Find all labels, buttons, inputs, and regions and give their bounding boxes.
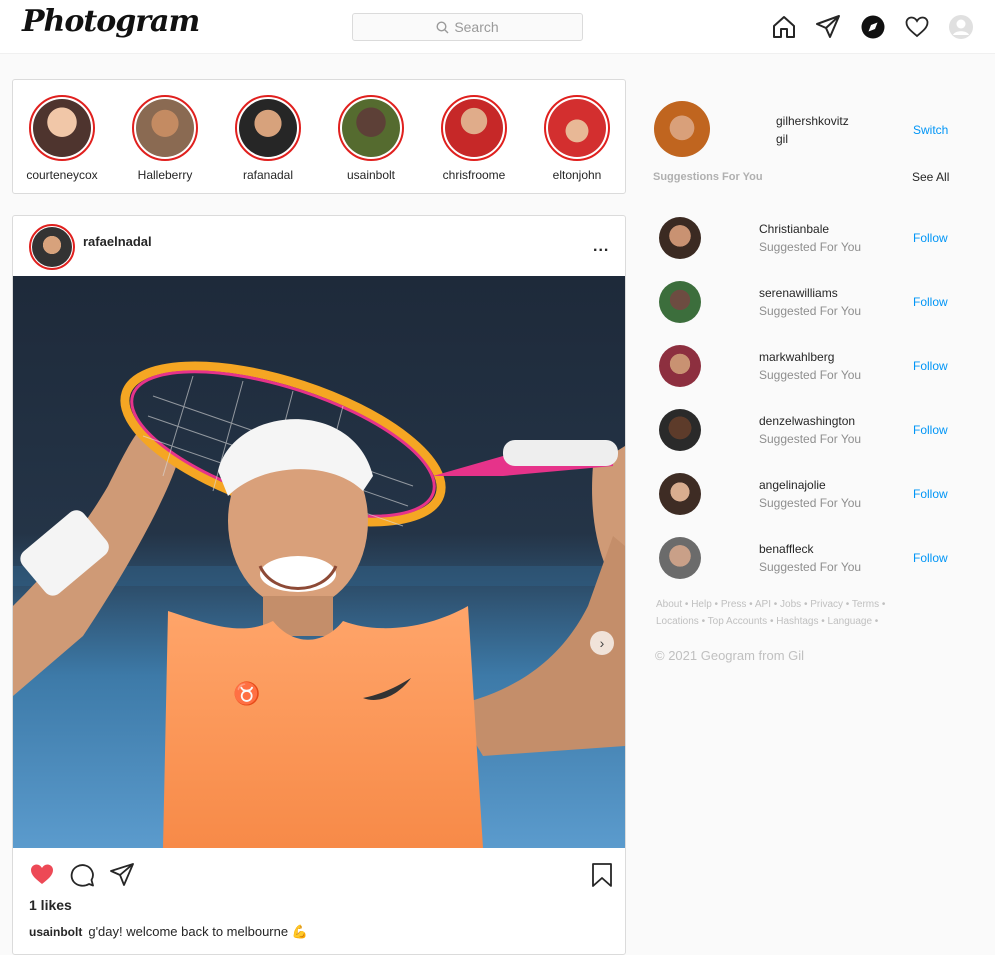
- footer-links-line[interactable]: About • Help • Press • API • Jobs • Priv…: [656, 596, 916, 613]
- activity-icon[interactable]: [903, 13, 931, 41]
- follow-button[interactable]: Follow: [913, 423, 948, 437]
- suggestion-row: denzelwashington Suggested For You Follo…: [650, 409, 990, 457]
- avatar: [136, 99, 194, 157]
- post-photo-graphic: ♉: [13, 276, 625, 848]
- suggestion-subtitle: Suggested For You: [759, 432, 862, 446]
- suggestion-subtitle: Suggested For You: [759, 496, 862, 510]
- direct-icon[interactable]: [814, 13, 842, 41]
- switch-account-button[interactable]: Switch: [913, 123, 948, 137]
- avatar: [342, 99, 400, 157]
- follow-button[interactable]: Follow: [913, 551, 948, 565]
- story-username: usainbolt: [346, 168, 396, 182]
- footer-links: About • Help • Press • API • Jobs • Priv…: [656, 596, 916, 630]
- suggestion-username[interactable]: benaffleck: [759, 542, 814, 556]
- follow-button[interactable]: Follow: [913, 231, 948, 245]
- avatar[interactable]: [659, 409, 701, 451]
- suggestion-username[interactable]: serenawilliams: [759, 286, 838, 300]
- current-username[interactable]: gilhershkovitz: [776, 114, 849, 128]
- suggestion-subtitle: Suggested For You: [759, 368, 862, 382]
- story-username: eltonjohn: [552, 168, 602, 182]
- search-input[interactable]: Search: [352, 13, 583, 41]
- avatar: [33, 99, 91, 157]
- suggestion-username[interactable]: angelinajolie: [759, 478, 826, 492]
- search-icon: [436, 20, 449, 33]
- story-item[interactable]: courteneycox: [17, 95, 107, 182]
- svg-text:♉: ♉: [233, 681, 260, 707]
- share-icon[interactable]: [109, 862, 135, 888]
- suggestion-row: serenawilliams Suggested For You Follow: [650, 281, 990, 329]
- post-avatar-ring[interactable]: [29, 224, 75, 270]
- follow-button[interactable]: Follow: [913, 295, 948, 309]
- top-header: Photogram Search: [0, 0, 995, 54]
- suggestion-username[interactable]: markwahlberg: [759, 350, 834, 364]
- comment-icon[interactable]: [69, 862, 95, 888]
- like-heart-icon[interactable]: [29, 862, 55, 886]
- suggestion-row: markwahlberg Suggested For You Follow: [650, 345, 990, 393]
- post-image[interactable]: ♉ ›: [13, 276, 625, 848]
- story-item[interactable]: rafanadal: [223, 95, 313, 182]
- post-actions: [13, 856, 625, 892]
- home-icon[interactable]: [770, 13, 798, 41]
- story-item[interactable]: eltonjohn: [532, 95, 622, 182]
- story-item[interactable]: chrisfroome: [429, 95, 519, 182]
- story-username: courteneycox: [26, 168, 98, 182]
- like-count[interactable]: 1 likes: [29, 897, 72, 913]
- story-ring: [441, 95, 507, 161]
- story-ring: [132, 95, 198, 161]
- caption-username[interactable]: usainbolt: [29, 925, 82, 939]
- profile-icon[interactable]: [947, 13, 975, 41]
- story-username: rafanadal: [242, 168, 294, 182]
- see-all-link[interactable]: See All: [912, 170, 949, 184]
- avatar: [548, 99, 606, 157]
- suggestion-username[interactable]: Christianbale: [759, 222, 829, 236]
- story-ring: [235, 95, 301, 161]
- post-header: rafaelnadal ...: [13, 216, 625, 276]
- next-image-button[interactable]: ›: [590, 631, 614, 655]
- story-ring: [338, 95, 404, 161]
- footer-links-line[interactable]: Locations • Top Accounts • Hashtags • La…: [656, 613, 916, 630]
- search-placeholder: Search: [454, 19, 499, 35]
- avatar[interactable]: [659, 473, 701, 515]
- app-logo[interactable]: Photogram: [22, 4, 200, 39]
- follow-button[interactable]: Follow: [913, 359, 948, 373]
- suggestion-row: angelinajolie Suggested For You Follow: [650, 473, 990, 521]
- avatar[interactable]: [659, 345, 701, 387]
- suggestion-row: benaffleck Suggested For You Follow: [650, 537, 990, 585]
- suggestion-subtitle: Suggested For You: [759, 240, 862, 254]
- post-username[interactable]: rafaelnadal: [83, 234, 152, 249]
- story-ring: [544, 95, 610, 161]
- avatar[interactable]: [659, 537, 701, 579]
- more-options-button[interactable]: ...: [593, 238, 609, 256]
- avatar[interactable]: [659, 281, 701, 323]
- avatar: [239, 99, 297, 157]
- bookmark-icon[interactable]: [591, 862, 613, 888]
- feed-post: rafaelnadal ... ♉ › 1 likes usainbolt g'…: [12, 215, 626, 955]
- suggestion-row: Christianbale Suggested For You Follow: [650, 217, 990, 265]
- current-user-avatar[interactable]: [654, 101, 710, 157]
- follow-button[interactable]: Follow: [913, 487, 948, 501]
- stories-tray: courteneycox Halleberry rafanadal usainb…: [12, 79, 626, 194]
- avatar[interactable]: [659, 217, 701, 259]
- suggestion-subtitle: Suggested For You: [759, 304, 862, 318]
- avatar: [32, 227, 72, 267]
- post-caption: usainbolt g'day! welcome back to melbourn…: [29, 924, 308, 940]
- suggestions-heading: Suggestions For You: [653, 171, 763, 183]
- chevron-right-icon: ›: [599, 635, 605, 651]
- suggestion-subtitle: Suggested For You: [759, 560, 862, 574]
- story-item[interactable]: Halleberry: [120, 95, 210, 182]
- current-user-name: gil: [776, 132, 789, 146]
- copyright-text: © 2021 Geogram from Gil: [655, 648, 805, 663]
- suggestion-username[interactable]: denzelwashington: [759, 414, 855, 428]
- story-ring: [29, 95, 95, 161]
- explore-icon[interactable]: [859, 13, 887, 41]
- avatar: [445, 99, 503, 157]
- caption-text: g'day! welcome back to melbourne 💪: [88, 924, 308, 939]
- story-item[interactable]: usainbolt: [326, 95, 416, 182]
- story-username: Halleberry: [137, 168, 193, 182]
- story-username: chrisfroome: [442, 168, 506, 182]
